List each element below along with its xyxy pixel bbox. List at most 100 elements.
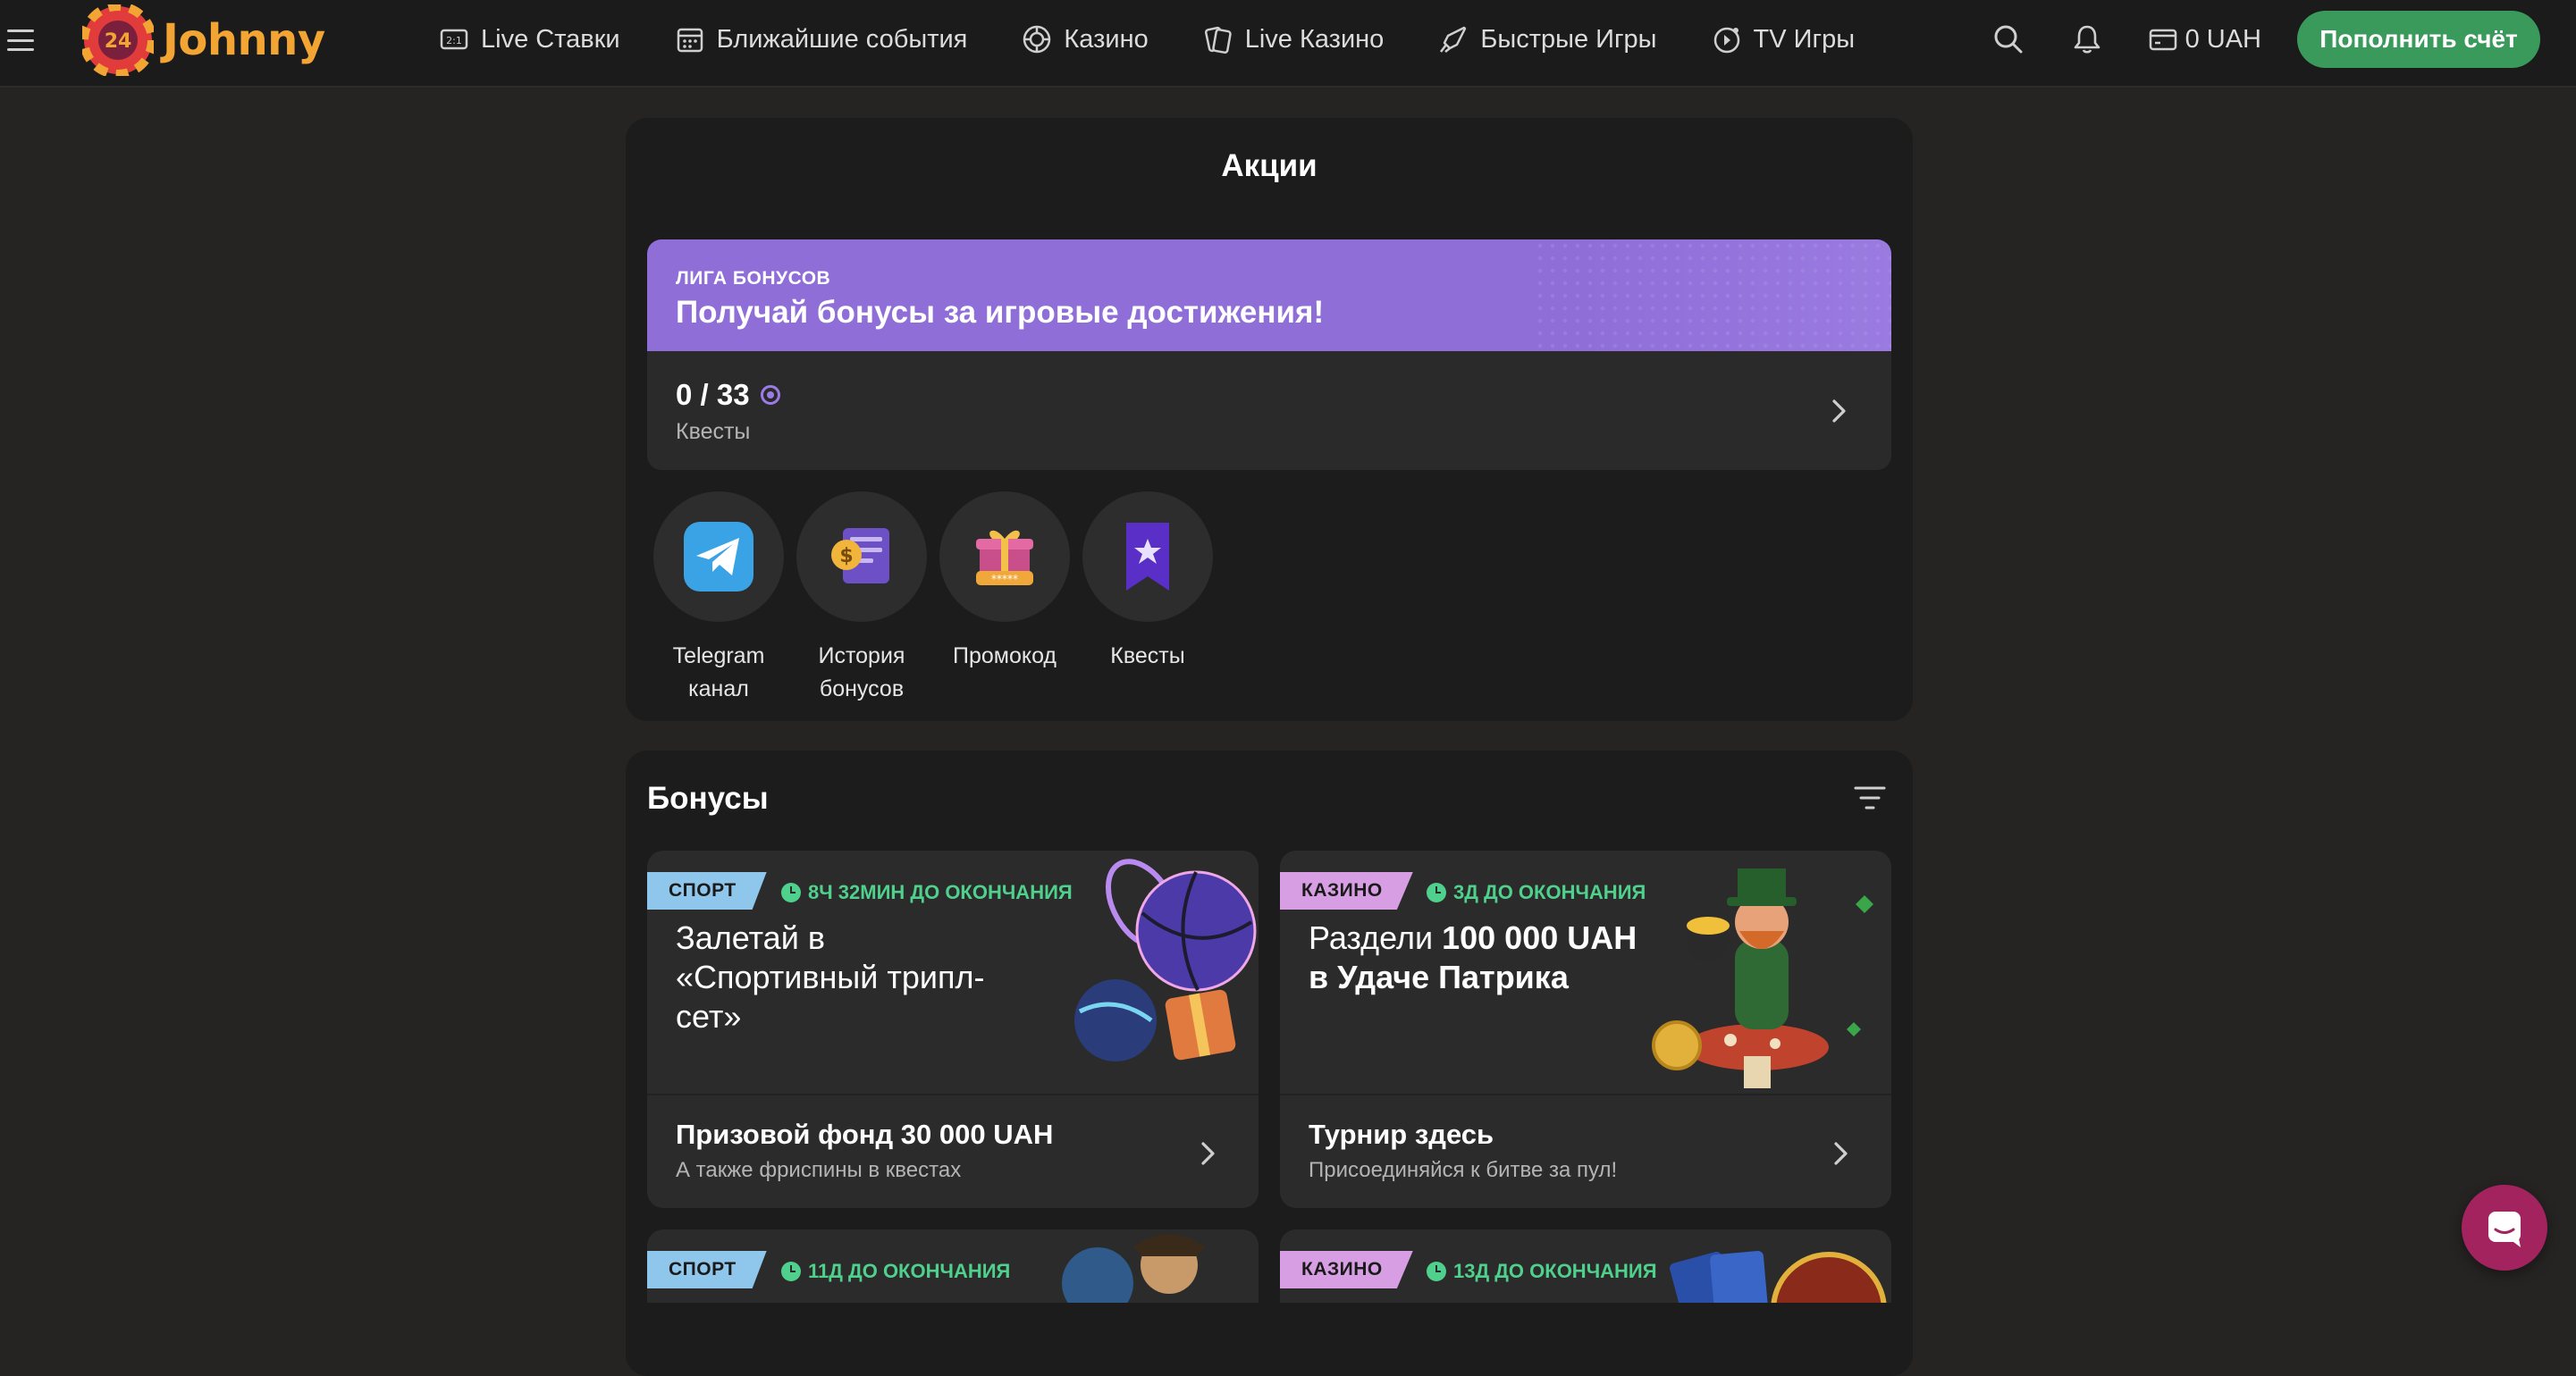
- quest-count: 0 / 33: [676, 378, 780, 412]
- countdown-text: 11Д ДО ОКОНЧАНИЯ: [808, 1260, 1011, 1282]
- top-navigation-bar: 24 Johnny 2:1 Live Ставки Ближайшие собы…: [0, 0, 2576, 88]
- nav-live-casino[interactable]: Live Казино: [1202, 23, 1385, 55]
- calendar-icon: [677, 28, 703, 53]
- card-footer-subtitle: Присоединяйся к битве за пул!: [1309, 1158, 1618, 1182]
- nav-tv-games[interactable]: TV Игры: [1711, 23, 1856, 55]
- logo-chip-icon: 24: [82, 4, 154, 76]
- category-tag: КАЗИНО: [1280, 1251, 1413, 1288]
- quick-link-quests[interactable]: Квесты: [1076, 491, 1219, 706]
- quick-link-circle: [1082, 491, 1213, 622]
- nav-live-bets[interactable]: 2:1 Live Ставки: [438, 23, 620, 55]
- telegram-icon: [684, 522, 753, 592]
- clock-icon: [1427, 1262, 1446, 1281]
- balance-display[interactable]: 0 UAH: [2148, 24, 2261, 55]
- hamburger-menu-icon[interactable]: [7, 27, 34, 54]
- nav-label: Live Ставки: [481, 24, 620, 54]
- countdown-timer: 8Ч 32МИН ДО ОКОНЧАНИЯ: [781, 881, 1073, 904]
- warrior-illustration: [1062, 1234, 1205, 1303]
- quest-label: Квесты: [676, 419, 751, 444]
- filter-icon[interactable]: [1852, 783, 1888, 815]
- nav-casino[interactable]: Казино: [1021, 23, 1149, 55]
- svg-text:*****: *****: [991, 573, 1018, 585]
- quick-link-label: Промокод: [952, 643, 1057, 668]
- quick-link-label: История бонусов: [818, 643, 905, 701]
- headline-regular: Раздели: [1309, 919, 1443, 956]
- bonus-card-sport-2[interactable]: СПОРТ 11Д ДО ОКОНЧАНИЯ: [647, 1229, 1259, 1303]
- quick-link-circle: [653, 491, 784, 622]
- gift-icon: *****: [976, 530, 1033, 585]
- nav-label: Ближайшие события: [716, 24, 968, 54]
- quick-link-label: Квесты: [1110, 643, 1185, 668]
- league-kicker: ЛИГА БОНУСОВ: [676, 268, 831, 289]
- cards-icon: [1204, 26, 1232, 54]
- quest-count-value: 0 / 33: [676, 378, 750, 411]
- category-tag: СПОРТ: [647, 1251, 767, 1288]
- card-footer-title: Турнир здесь: [1309, 1119, 1494, 1150]
- card-headline: Раздели 100 000 UAH в Удаче Патрика: [1309, 919, 1648, 997]
- deposit-button[interactable]: Пополнить счёт: [2297, 11, 2540, 68]
- countdown-timer: 13Д ДО ОКОНЧАНИЯ: [1427, 1260, 1657, 1283]
- bonus-card-sport-triple-set[interactable]: СПОРТ 8Ч 32МИН ДО ОКОНЧАНИЯ Залетай в «С…: [647, 851, 1259, 1208]
- nav-label: Казино: [1064, 24, 1149, 54]
- card-footer-subtitle: А также фриспины в квестах: [676, 1158, 962, 1182]
- quick-link-promocode[interactable]: ***** Промокод: [933, 491, 1076, 706]
- banner-pattern: [1534, 239, 1891, 351]
- nav-label: TV Игры: [1753, 24, 1856, 54]
- bonus-card-patrick-tournament[interactable]: КАЗИНО 3Д ДО ОКОНЧАНИЯ Раздели 100 000 U…: [1280, 851, 1891, 1208]
- nav-label: Live Казино: [1244, 24, 1385, 54]
- search-icon[interactable]: [1991, 21, 2026, 57]
- countdown-text: 3Д ДО ОКОНЧАНИЯ: [1453, 881, 1646, 903]
- quest-token-icon: [760, 385, 780, 405]
- nav-upcoming-events[interactable]: Ближайшие события: [674, 23, 968, 55]
- countdown-timer: 3Д ДО ОКОНЧАНИЯ: [1427, 881, 1646, 904]
- casino-chip-icon: [1023, 25, 1051, 54]
- card-divider: [1280, 1094, 1891, 1095]
- leprechaun-illustration: [1652, 868, 1873, 1088]
- card-divider: [647, 1094, 1259, 1095]
- support-chat-button[interactable]: [2462, 1185, 2547, 1271]
- nav-label: Быстрые Игры: [1480, 24, 1657, 54]
- chevron-right-icon: [1201, 1142, 1215, 1165]
- nav-fast-games[interactable]: Быстрые Игры: [1437, 23, 1657, 55]
- quick-link-telegram[interactable]: Telegram канал: [647, 491, 790, 706]
- chevron-right-icon: [1832, 399, 1846, 423]
- bell-icon[interactable]: [2069, 21, 2105, 57]
- quick-links: Telegram канал $ История бонусов ***** П…: [647, 491, 1219, 706]
- bonus-card-casino-2[interactable]: КАЗИНО 13Д ДО ОКОНЧАНИЯ: [1280, 1229, 1891, 1303]
- bonus-history-icon: $: [831, 528, 889, 583]
- category-tag: КАЗИНО: [1280, 872, 1413, 910]
- quick-link-circle: $: [796, 491, 927, 622]
- logo-text: Johnny: [163, 15, 325, 65]
- quick-link-circle: *****: [939, 491, 1070, 622]
- svg-text:$: $: [839, 545, 853, 567]
- clock-icon: [1427, 883, 1446, 902]
- quick-link-bonus-history[interactable]: $ История бонусов: [790, 491, 933, 706]
- bonuses-title: Бонусы: [647, 781, 769, 816]
- bonus-league-banner[interactable]: ЛИГА БОНУСОВ Получай бонусы за игровые д…: [647, 239, 1891, 351]
- clock-icon: [781, 883, 801, 902]
- tv-games-icon: [1713, 27, 1739, 54]
- logo-badge-text: 24: [105, 30, 132, 53]
- quest-bookmark-icon: [1126, 523, 1169, 591]
- clock-icon: [781, 1262, 801, 1281]
- main-nav: 2:1 Live Ставки Ближайшие события Казино…: [438, 0, 1908, 79]
- league-title: Получай бонусы за игровые достижения!: [676, 295, 1325, 330]
- card-headline: Залетай в «Спортивный трипл-сет»: [676, 919, 985, 1035]
- balance-amount: 0 UAH: [2185, 24, 2261, 54]
- site-logo[interactable]: 24 Johnny: [82, 4, 325, 77]
- card-footer-title: Призовой фонд 30 000 UAH: [676, 1119, 1054, 1150]
- countdown-text: 13Д ДО ОКОНЧАНИЯ: [1453, 1260, 1657, 1282]
- countdown-text: 8Ч 32МИН ДО ОКОНЧАНИЯ: [808, 881, 1073, 903]
- roulette-cards-illustration: [1670, 1251, 1887, 1303]
- category-tag: СПОРТ: [647, 872, 767, 910]
- live-bets-icon: 2:1: [440, 29, 468, 50]
- wallet-icon: [2149, 29, 2176, 51]
- rocket-icon: [1440, 26, 1467, 53]
- chevron-right-icon: [1834, 1142, 1848, 1165]
- quest-progress-row[interactable]: 0 / 33 Квесты: [647, 351, 1891, 470]
- chat-icon: [2488, 1212, 2521, 1247]
- countdown-timer: 11Д ДО ОКОНЧАНИЯ: [781, 1260, 1010, 1283]
- header-tools: 0 UAH Пополнить счёт: [1991, 0, 2576, 79]
- quick-link-label: Telegram канал: [672, 643, 765, 701]
- page-title: Акции: [1221, 148, 1317, 183]
